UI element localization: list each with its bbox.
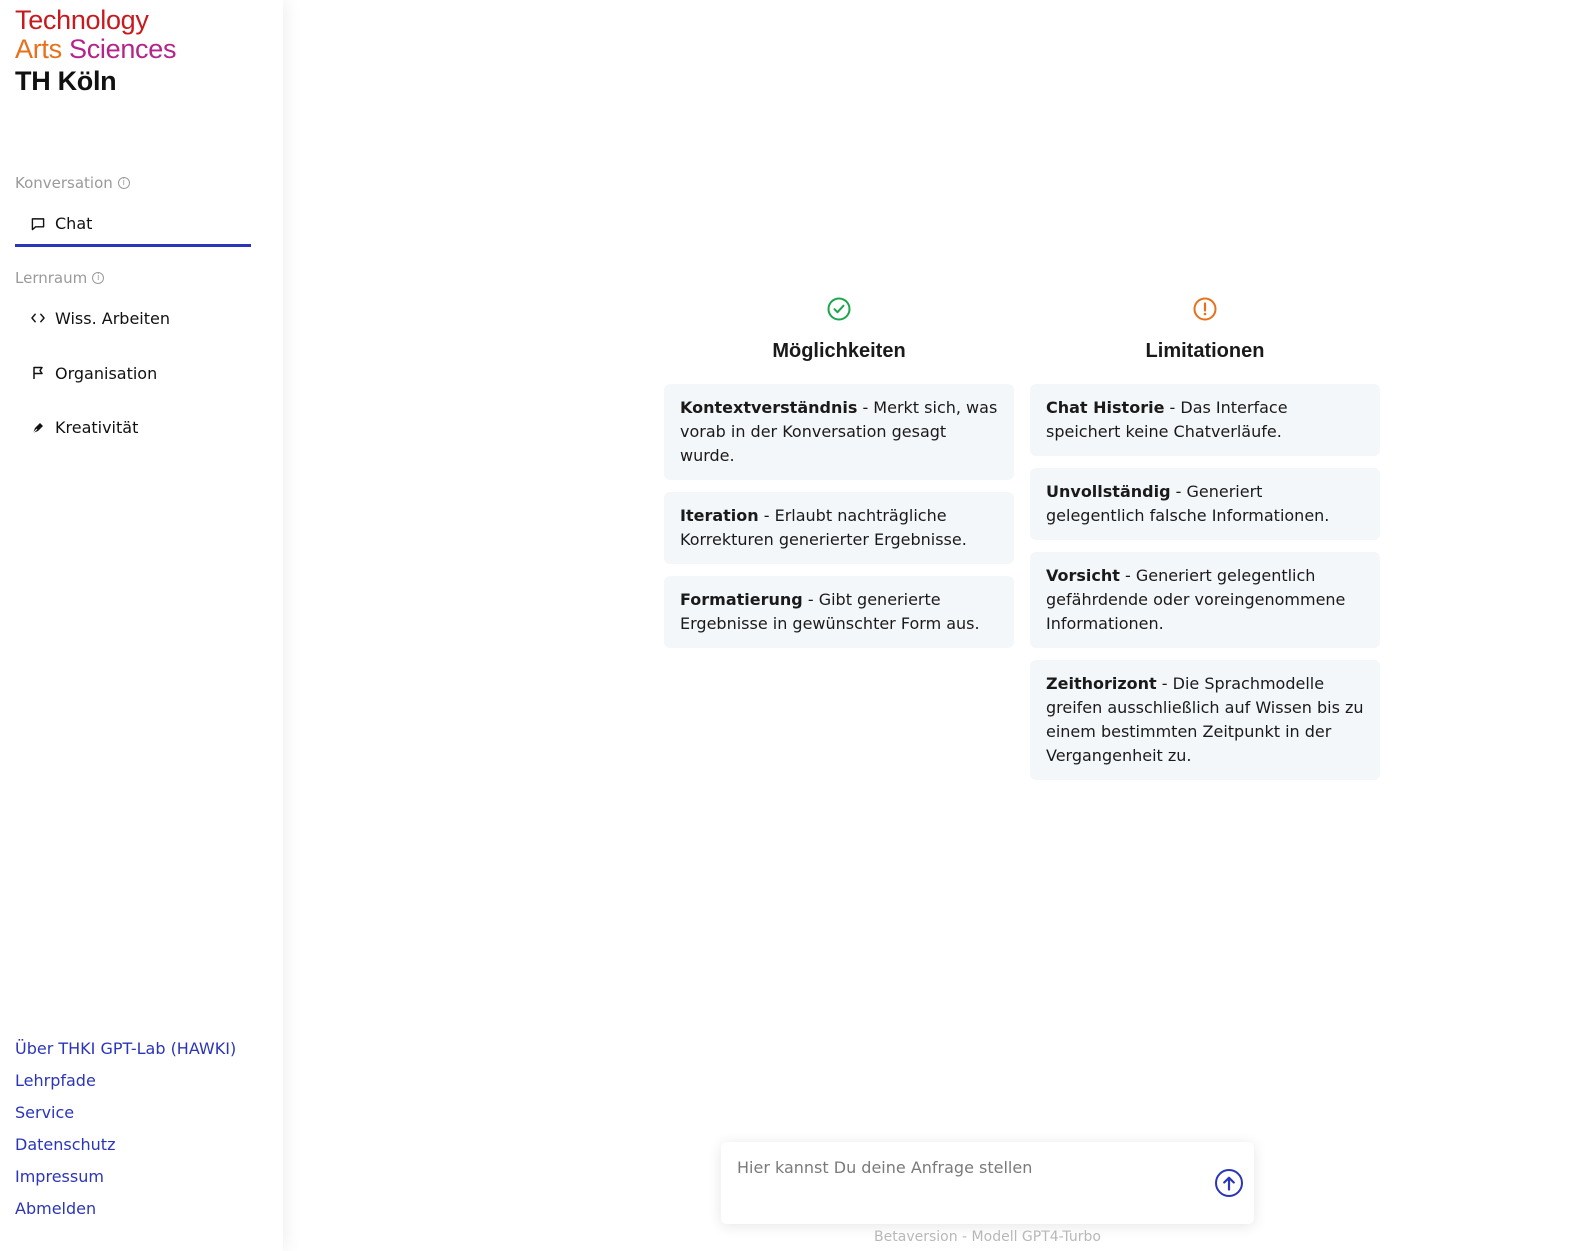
sidebar-item-label: Chat [55,214,93,233]
link-abmelden[interactable]: Abmelden [15,1193,236,1225]
possibilities-header: Möglichkeiten [664,296,1014,370]
link-datenschutz[interactable]: Datenschutz [15,1129,236,1161]
sidebar-item-chat[interactable]: Chat [15,203,251,247]
limitation-card: Zeithorizont - Die Sprachmodelle greifen… [1030,660,1380,780]
possibilities-list: Kontextverständnis - Merkt sich, was vor… [664,384,1014,648]
limitations-header: Limitationen [1030,296,1380,370]
card-term: Vorsicht [1046,566,1120,585]
chat-input[interactable] [737,1158,1197,1208]
logo-line-th-koeln: TH Köln [15,66,117,96]
chat-input-container [721,1142,1254,1224]
card-term: Iteration [680,506,759,525]
logo-line-technology: Technology [15,5,149,35]
footer-links: Über THKI GPT-Lab (HAWKI) Lehrpfade Serv… [15,1033,236,1225]
limitations-column: Limitationen Chat Historie - Das Interfa… [1030,296,1380,780]
section-label-lernraum: Lernraum i [15,269,105,287]
logo-line-arts-sciences: Arts Sciences [15,35,176,64]
sidebar-item-kreativitaet[interactable]: Kreativität [15,405,251,449]
link-ueber-hawki[interactable]: Über THKI GPT-Lab (HAWKI) [15,1033,236,1065]
card-term: Zeithorizont [1046,674,1157,693]
arrow-up-icon [1223,1176,1235,1191]
info-icon[interactable]: i [92,272,105,284]
sidebar-item-label: Organisation [55,363,158,383]
card-term: Unvollständig [1046,482,1171,501]
th-koeln-logo[interactable]: Technology Arts Sciences TH Köln [15,6,176,98]
logo-sciences: Sciences [69,34,177,64]
possibilities-title: Möglichkeiten [772,340,906,362]
info-icon[interactable]: i [117,177,130,189]
card-term: Formatierung [680,590,803,609]
section-label-text: Konversation [15,174,113,192]
code-icon [31,311,45,325]
limitation-card: Vorsicht - Generiert gelegentlich gefähr… [1030,552,1380,648]
link-service[interactable]: Service [15,1097,236,1129]
sidebar-item-label: Wiss. Arbeiten [55,308,170,328]
possibility-card: Formatierung - Gibt generierte Ergebniss… [664,576,1014,648]
sidebar-item-wiss-arbeiten[interactable]: Wiss. Arbeiten [15,296,251,340]
sidebar-item-organisation[interactable]: Organisation [15,351,251,395]
alert-circle-icon [1030,296,1380,324]
possibility-card: Kontextverständnis - Merkt sich, was vor… [664,384,1014,480]
link-lehrpfade[interactable]: Lehrpfade [15,1065,236,1097]
section-label-konversation: Konversation i [15,174,130,192]
sidebar-item-label: Kreativität [55,417,139,437]
check-circle-icon [664,296,1014,324]
possibilities-column: Möglichkeiten Kontextverständnis - Merkt… [664,296,1014,648]
limitation-card: Chat Historie - Das Interface speichert … [1030,384,1380,456]
chat-bubble-icon [31,217,45,231]
send-button[interactable] [1215,1169,1243,1197]
flag-icon [31,366,45,380]
link-impressum[interactable]: Impressum [15,1161,236,1193]
card-term: Kontextverständnis [680,398,858,417]
sidebar: Technology Arts Sciences TH Köln Konvers… [0,0,283,1251]
possibility-card: Iteration - Erlaubt nachträgliche Korrek… [664,492,1014,564]
limitations-title: Limitationen [1145,340,1265,362]
limitation-card: Unvollständig - Generiert gelegentlich f… [1030,468,1380,540]
section-label-text: Lernraum [15,269,88,287]
version-note: Betaversion - Modell GPT4-Turbo [874,1229,1101,1245]
limitations-list: Chat Historie - Das Interface speichert … [1030,384,1380,780]
main-content: Möglichkeiten Kontextverständnis - Merkt… [283,0,1579,1251]
logo-arts: Arts [15,34,62,64]
card-term: Chat Historie [1046,398,1165,417]
pen-nib-icon [31,420,45,434]
